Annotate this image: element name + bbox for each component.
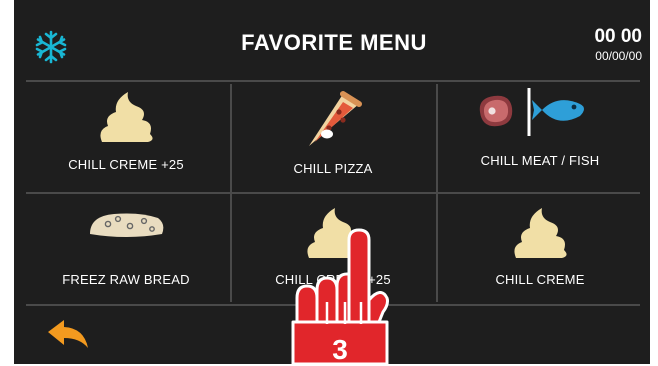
menu-item-chill-creme-25[interactable]: CHILL CREME +25 (26, 84, 226, 188)
menu-item-freez-raw-bread[interactable]: FREEZ RAW BREAD (26, 196, 226, 300)
cream-icon (514, 208, 567, 258)
header-bar: FAVORITE MENU 00 00 00/00/00 (14, 0, 650, 82)
menu-item-label: CHILL CREME (495, 272, 585, 287)
menu-item-label: FREEZ RAW BREAD (62, 272, 190, 287)
grid-divider (26, 192, 640, 194)
meat-fish-icon (479, 88, 584, 136)
menu-item-label: CHILL PIZZA (293, 161, 373, 176)
page-title: FAVORITE MENU (241, 30, 427, 55)
snowflake-icon (35, 30, 67, 64)
clock: 00 00 00/00/00 (594, 26, 642, 64)
clock-date: 00/00/00 (595, 49, 642, 63)
cream-icon (100, 92, 153, 142)
bread-icon (90, 213, 164, 237)
menu-item-label: CHILL MEAT / FISH (480, 153, 600, 168)
menu-item-chill-meat-fish[interactable]: CHILL MEAT / FISH (440, 84, 640, 188)
menu-item-chill-creme[interactable]: CHILL CREME (440, 196, 640, 300)
menu-item-label: CHILL CREME +25 (68, 157, 184, 172)
clock-time: 00 00 (594, 26, 642, 47)
pizza-icon (309, 91, 362, 146)
header-divider (26, 80, 640, 82)
back-arrow-icon[interactable] (46, 318, 90, 350)
menu-item-chill-pizza[interactable]: CHILL PIZZA (233, 84, 433, 188)
step-number: 3 (332, 334, 348, 365)
